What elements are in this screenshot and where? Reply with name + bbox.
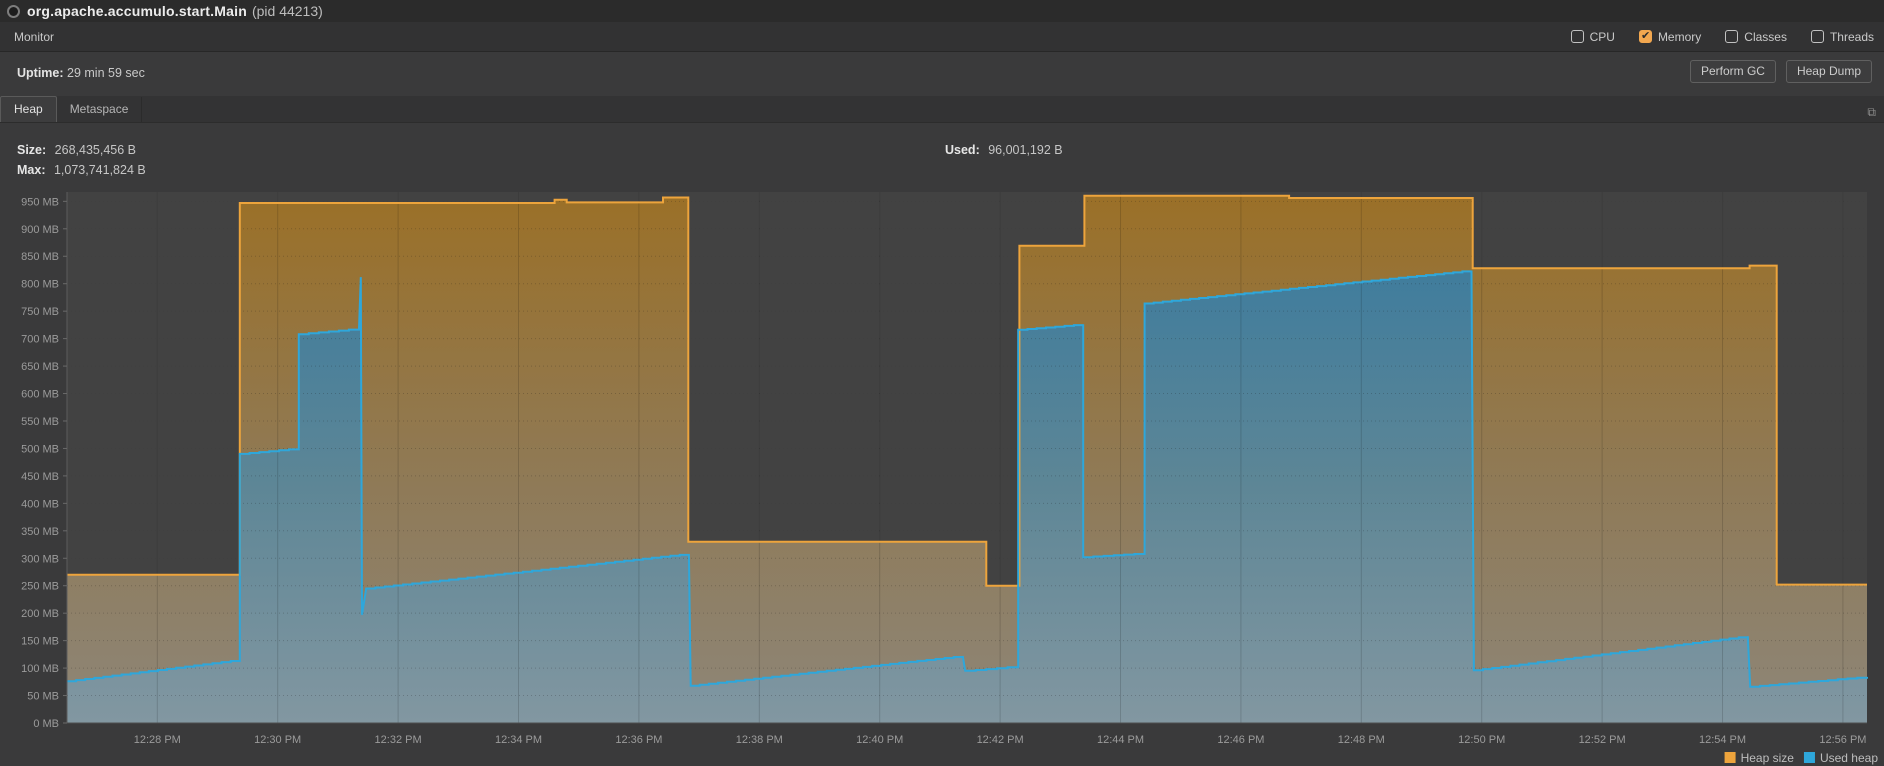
legend-swatch bbox=[1725, 752, 1736, 763]
y-tick-label: 300 MB bbox=[21, 553, 59, 565]
x-tick-label: 12:52 PM bbox=[1579, 734, 1626, 746]
heap-dump-button[interactable]: Heap Dump bbox=[1786, 60, 1872, 83]
heap-size-line bbox=[67, 196, 1867, 586]
action-buttons: Perform GC Heap Dump bbox=[1690, 60, 1872, 83]
metric-checkbox-group: CPU Memory Classes Threads bbox=[1571, 30, 1874, 44]
used-value: 96,001,192 B bbox=[988, 143, 1062, 157]
uptime-value: 29 min 59 sec bbox=[67, 66, 145, 80]
checkbox-memory-box[interactable] bbox=[1639, 30, 1652, 43]
legend-label: Heap size bbox=[1741, 751, 1795, 765]
visualvm-window: org.apache.accumulo.start.Main (pid 4421… bbox=[0, 0, 1884, 766]
y-tick-label: 750 MB bbox=[21, 306, 59, 318]
y-tick-label: 550 MB bbox=[21, 416, 59, 428]
y-tick-label: 150 MB bbox=[21, 636, 59, 648]
checkbox-cpu[interactable]: CPU bbox=[1571, 30, 1615, 44]
y-tick-label: 900 MB bbox=[21, 224, 59, 236]
max-value: 1,073,741,824 B bbox=[54, 163, 146, 177]
used-label: Used: bbox=[945, 143, 980, 157]
x-tick-label: 12:36 PM bbox=[615, 734, 662, 746]
checkbox-threads-label: Threads bbox=[1830, 30, 1874, 44]
y-tick-label: 600 MB bbox=[21, 389, 59, 401]
legend-swatch bbox=[1804, 752, 1815, 763]
y-tick-label: 450 MB bbox=[21, 471, 59, 483]
heap-used-info: Used: 96,001,192 B bbox=[945, 143, 1063, 157]
y-tick-label: 250 MB bbox=[21, 581, 59, 593]
x-tick-label: 12:56 PM bbox=[1819, 734, 1866, 746]
uptime-label: Uptime: bbox=[17, 66, 64, 80]
monitor-view-label: Monitor bbox=[14, 30, 54, 44]
undock-icon[interactable]: ⧉ bbox=[1867, 106, 1876, 118]
x-tick-label: 12:28 PM bbox=[134, 734, 181, 746]
size-value: 268,435,456 B bbox=[55, 143, 136, 157]
window-title: org.apache.accumulo.start.Main bbox=[27, 3, 247, 19]
tab-heap[interactable]: Heap bbox=[0, 96, 57, 122]
x-tick-label: 12:32 PM bbox=[375, 734, 422, 746]
y-tick-label: 400 MB bbox=[21, 498, 59, 510]
x-tick-label: 12:38 PM bbox=[736, 734, 783, 746]
heap-size-area bbox=[67, 196, 1867, 723]
checkbox-memory-label: Memory bbox=[1658, 30, 1701, 44]
y-tick-label: 100 MB bbox=[21, 663, 59, 675]
max-label: Max: bbox=[17, 163, 45, 177]
x-tick-label: 12:50 PM bbox=[1458, 734, 1505, 746]
y-tick-label: 650 MB bbox=[21, 361, 59, 373]
checkbox-classes-box[interactable] bbox=[1725, 30, 1738, 43]
checkbox-threads-box[interactable] bbox=[1811, 30, 1824, 43]
heap-max-info: Max: 1,073,741,824 B bbox=[17, 163, 146, 177]
app-icon bbox=[7, 5, 20, 18]
used-heap-line bbox=[67, 271, 1867, 687]
x-tick-label: 12:40 PM bbox=[856, 734, 903, 746]
perform-gc-button[interactable]: Perform GC bbox=[1690, 60, 1776, 83]
y-tick-label: 950 MB bbox=[21, 196, 59, 208]
x-tick-label: 12:44 PM bbox=[1097, 734, 1144, 746]
used-heap-area bbox=[67, 271, 1867, 724]
plot-background bbox=[67, 192, 1867, 723]
x-tick-label: 12:30 PM bbox=[254, 734, 301, 746]
size-label: Size: bbox=[17, 143, 46, 157]
y-tick-label: 850 MB bbox=[21, 251, 59, 263]
y-tick-label: 0 MB bbox=[33, 718, 59, 730]
legend-label: Used heap bbox=[1820, 751, 1878, 765]
memory-tab-bar: Heap Metaspace ⧉ bbox=[0, 96, 1884, 123]
title-bar: org.apache.accumulo.start.Main (pid 4421… bbox=[0, 0, 1884, 22]
y-tick-label: 350 MB bbox=[21, 526, 59, 538]
uptime-text: Uptime: 29 min 59 sec bbox=[17, 66, 145, 80]
checkbox-threads[interactable]: Threads bbox=[1811, 30, 1874, 44]
y-tick-label: 700 MB bbox=[21, 334, 59, 346]
checkbox-cpu-label: CPU bbox=[1590, 30, 1615, 44]
checkbox-classes-label: Classes bbox=[1744, 30, 1787, 44]
checkbox-classes[interactable]: Classes bbox=[1725, 30, 1787, 44]
status-row: Uptime: 29 min 59 sec Perform GC Heap Du… bbox=[0, 52, 1884, 96]
monitor-toolbar: Monitor CPU Memory Classes Threads bbox=[0, 22, 1884, 52]
x-tick-label: 12:46 PM bbox=[1217, 734, 1264, 746]
x-tick-label: 12:48 PM bbox=[1338, 734, 1385, 746]
tab-metaspace[interactable]: Metaspace bbox=[57, 97, 143, 122]
y-tick-label: 500 MB bbox=[21, 443, 59, 455]
x-tick-label: 12:34 PM bbox=[495, 734, 542, 746]
window-title-pid: (pid 44213) bbox=[252, 3, 323, 19]
y-tick-label: 200 MB bbox=[21, 608, 59, 620]
x-tick-label: 12:54 PM bbox=[1699, 734, 1746, 746]
y-tick-label: 800 MB bbox=[21, 279, 59, 291]
x-tick-label: 12:42 PM bbox=[977, 734, 1024, 746]
heap-size-info: Size: 268,435,456 B bbox=[17, 143, 136, 157]
checkbox-cpu-box[interactable] bbox=[1571, 30, 1584, 43]
checkbox-memory[interactable]: Memory bbox=[1639, 30, 1701, 44]
y-tick-label: 50 MB bbox=[27, 691, 59, 703]
